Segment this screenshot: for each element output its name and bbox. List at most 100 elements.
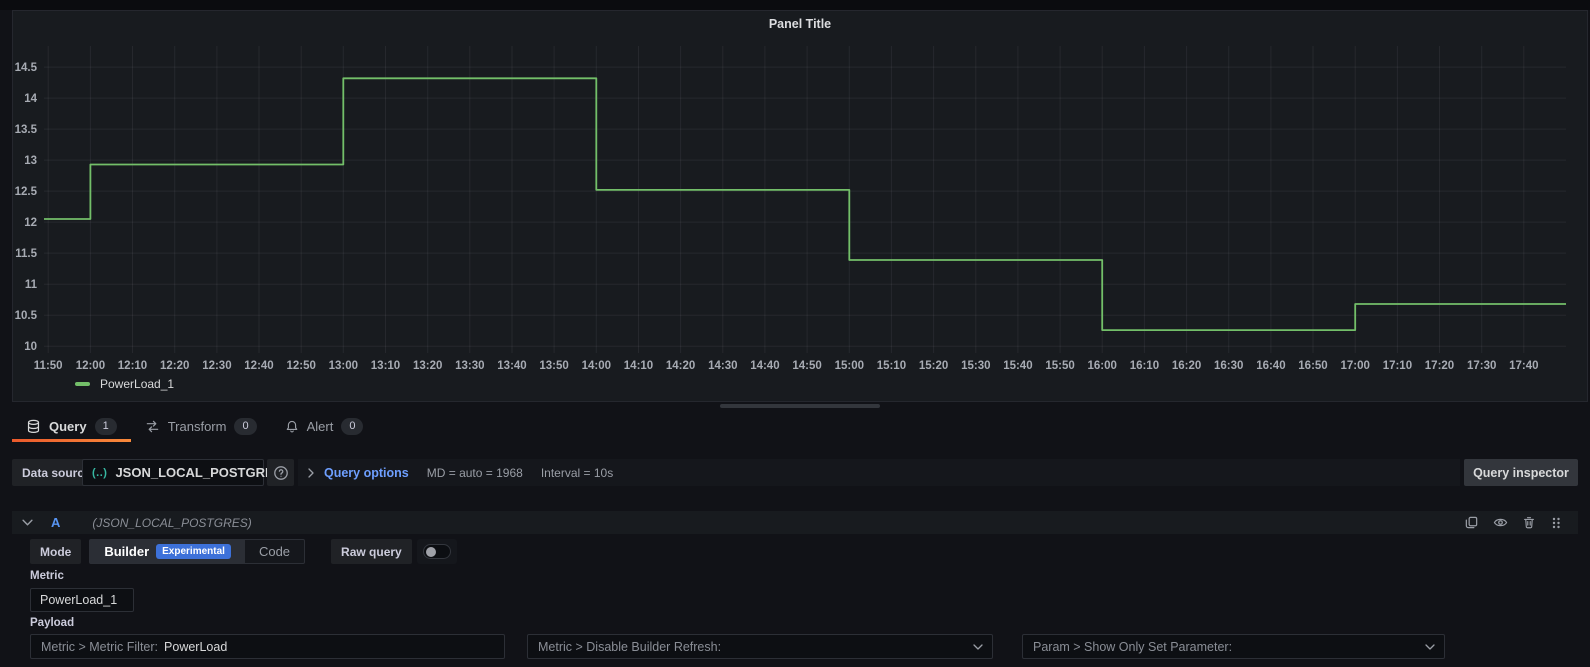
delete-query-button[interactable] [1522,515,1536,530]
mode-builder-option[interactable]: Builder Experimental [90,540,245,563]
svg-text:13:40: 13:40 [497,360,526,372]
query-datasource-hint: (JSON_LOCAL_POSTGRES) [92,516,251,530]
query-ref-id: A [51,515,60,530]
question-circle-icon [273,465,289,481]
query-options-bar[interactable]: Query options MD = auto = 1968 Interval … [298,459,1460,486]
svg-text:13:30: 13:30 [455,360,484,372]
toggle-knob [426,547,436,557]
drag-handle[interactable] [1550,516,1562,530]
svg-text:14.5: 14.5 [15,62,38,74]
panel-preview: 1010.51111.51212.51313.51414.511:5012:00… [12,10,1588,402]
json-api-datasource-icon: (..) [92,467,107,479]
timeseries-chart[interactable]: 1010.51111.51212.51313.51414.511:5012:00… [13,11,1589,403]
experimental-badge: Experimental [156,544,231,559]
tab-transform-count: 0 [234,418,256,435]
payload-label: Payload [30,617,74,629]
svg-text:14: 14 [24,93,37,105]
svg-text:13:50: 13:50 [539,360,568,372]
svg-text:16:00: 16:00 [1087,360,1116,372]
tab-query-count: 1 [95,418,117,435]
legend-series-label[interactable]: PowerLoad_1 [100,377,174,391]
legend-series-swatch [75,382,90,386]
svg-text:14:00: 14:00 [582,360,611,372]
svg-text:12:00: 12:00 [76,360,105,372]
datasource-picker[interactable]: (..) JSON_LOCAL_POSTGRES [82,459,264,486]
svg-text:13:10: 13:10 [371,360,400,372]
builder-label: Builder [104,544,149,559]
tab-alert-count: 0 [341,418,363,435]
svg-text:12:20: 12:20 [160,360,189,372]
svg-text:13:20: 13:20 [413,360,442,372]
tab-transform[interactable]: Transform 0 [131,410,271,442]
pane-resize-handle[interactable] [720,404,880,408]
query-toolbar: Data source (..) JSON_LOCAL_POSTGRES Que… [0,459,1590,486]
chevron-down-icon[interactable] [22,519,33,526]
query-inspector-button[interactable]: Query inspector [1464,459,1578,486]
database-icon [26,419,41,434]
metric-select[interactable]: PowerLoad_1 [30,588,134,612]
payload-field-show-only-set-parameter[interactable]: Param > Show Only Set Parameter: [1022,634,1445,659]
chevron-down-icon[interactable] [1425,644,1435,650]
svg-text:16:30: 16:30 [1214,360,1243,372]
chevron-right-icon [308,468,314,478]
svg-text:15:50: 15:50 [1045,360,1074,372]
mode-label: Mode [30,539,81,564]
svg-text:13:00: 13:00 [329,360,358,372]
tab-label: Transform [168,419,227,434]
top-strip [0,0,1590,10]
trash-icon [1522,515,1536,530]
svg-text:17:00: 17:00 [1340,360,1369,372]
svg-text:12:10: 12:10 [118,360,147,372]
raw-query-label: Raw query [331,539,412,564]
tab-alert[interactable]: Alert 0 [271,410,378,442]
payload-field-metric-filter[interactable]: Metric > Metric Filter: PowerLoad [30,634,505,659]
svg-text:14:30: 14:30 [708,360,737,372]
datasource-name: JSON_LOCAL_POSTGRES [115,465,282,480]
query-options-link[interactable]: Query options [324,466,409,480]
svg-text:16:50: 16:50 [1298,360,1327,372]
panel-title: Panel Title [13,17,1587,31]
query-row-actions [1464,515,1562,530]
transform-icon [145,419,160,434]
mode-toggle-group: Builder Experimental Code [89,539,305,564]
mode-code-option[interactable]: Code [245,540,304,563]
raw-query-toggle[interactable] [417,539,457,564]
field-prefix: Param > Show Only Set Parameter: [1033,640,1232,654]
copy-icon [1464,515,1479,530]
svg-text:17:10: 17:10 [1383,360,1412,372]
svg-text:10: 10 [24,341,37,353]
tab-query[interactable]: Query 1 [12,410,131,442]
payload-field-disable-builder-refresh[interactable]: Metric > Disable Builder Refresh: [527,634,993,659]
query-row-header[interactable]: A (JSON_LOCAL_POSTGRES) [12,511,1578,534]
duplicate-query-button[interactable] [1464,515,1479,530]
svg-text:12.5: 12.5 [15,186,38,198]
field-prefix: Metric > Disable Builder Refresh: [538,640,721,654]
svg-text:17:30: 17:30 [1467,360,1496,372]
svg-text:16:10: 16:10 [1130,360,1159,372]
chevron-down-icon[interactable] [973,644,983,650]
tab-label: Query [49,419,87,434]
svg-text:14:10: 14:10 [624,360,653,372]
chart-legend: PowerLoad_1 [75,377,174,391]
svg-text:14:50: 14:50 [792,360,821,372]
tab-label: Alert [307,419,334,434]
mode-row: Mode Builder Experimental Code Raw query [30,539,457,564]
svg-text:15:10: 15:10 [877,360,906,372]
metric-value: PowerLoad_1 [40,593,117,607]
toggle-track [423,544,451,559]
svg-text:11: 11 [25,279,38,291]
metric-label: Metric [30,570,64,582]
svg-text:11:50: 11:50 [34,360,63,372]
eye-icon [1493,515,1508,530]
datasource-help-button[interactable] [267,459,294,486]
svg-text:14:20: 14:20 [666,360,695,372]
svg-text:17:40: 17:40 [1509,360,1538,372]
svg-text:17:20: 17:20 [1425,360,1454,372]
editor-tabs: Query 1 Transform 0 Alert 0 [12,410,377,442]
hide-query-button[interactable] [1493,515,1508,530]
field-value: PowerLoad [164,640,227,654]
bell-icon [285,419,299,434]
svg-text:12: 12 [24,217,37,229]
svg-text:11.5: 11.5 [15,248,37,260]
svg-text:12:30: 12:30 [202,360,231,372]
